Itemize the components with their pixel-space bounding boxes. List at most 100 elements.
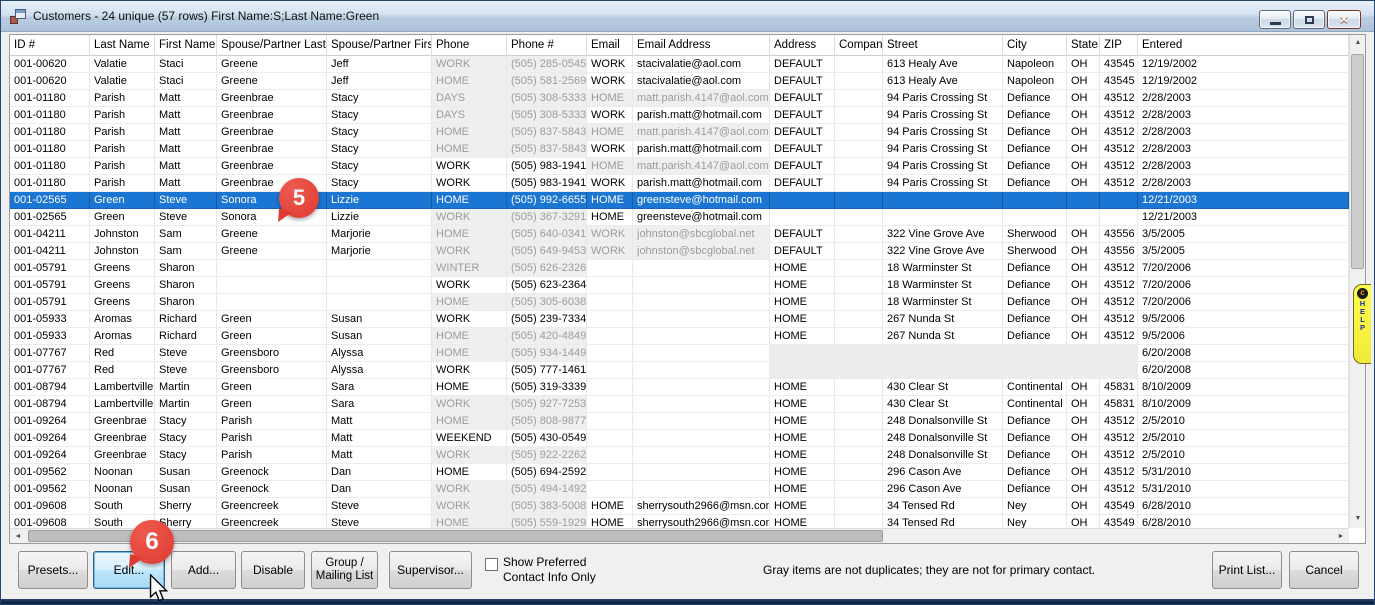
column-header[interactable]: Entered <box>1138 35 1349 56</box>
column-header[interactable]: State <box>1067 35 1100 56</box>
scroll-left-icon[interactable]: ◄ <box>10 529 26 544</box>
cell <box>770 192 835 209</box>
cell: 001-02565 <box>10 192 90 209</box>
table-row[interactable]: 001-05791GreensSharonWINTER(505) 626-232… <box>10 260 1349 277</box>
presets-button[interactable]: Presets... <box>18 551 88 589</box>
table-row[interactable]: 001-07767RedSteveGreensboroAlyssaHOME(50… <box>10 345 1349 362</box>
cell: 248 Donalsonville St <box>883 413 1003 430</box>
column-header[interactable]: ZIP <box>1100 35 1138 56</box>
column-header[interactable]: Email Address <box>633 35 770 56</box>
table-row[interactable]: 001-09264GreenbraeStacyParishMattHOME(50… <box>10 413 1349 430</box>
cell: Greenbrae <box>90 413 155 430</box>
column-header[interactable]: Street <box>883 35 1003 56</box>
maximize-button[interactable] <box>1293 10 1325 29</box>
cell: Defiance <box>1003 328 1067 345</box>
table-row[interactable]: 001-04211JohnstonSamGreeneMarjorieWORK(5… <box>10 243 1349 260</box>
cell <box>217 260 327 277</box>
title-bar[interactable]: Customers - 24 unique (57 rows) First Na… <box>1 1 1374 32</box>
checkbox-box-icon[interactable] <box>485 558 498 571</box>
cell: (505) 808-9877 <box>507 413 587 430</box>
column-header[interactable]: ID # <box>10 35 90 56</box>
cell <box>835 56 883 73</box>
table-row[interactable]: 001-01180ParishMattGreenbraeStacyWORK(50… <box>10 175 1349 192</box>
table-row[interactable]: 001-05791GreensSharonWORK(505) 623-2364H… <box>10 277 1349 294</box>
table-row[interactable]: 001-01180ParishMattGreenbraeStacyDAYS(50… <box>10 90 1349 107</box>
scroll-down-icon[interactable]: ▼ <box>1350 512 1366 528</box>
close-button[interactable]: ✕ <box>1327 10 1361 29</box>
cell: OH <box>1067 430 1100 447</box>
column-header[interactable]: Spouse/Partner First <box>327 35 432 56</box>
column-header[interactable]: Company <box>835 35 883 56</box>
column-header[interactable]: Last Name <box>90 35 155 56</box>
cell <box>633 345 770 362</box>
column-header[interactable]: Email <box>587 35 633 56</box>
table-row[interactable]: 001-01180ParishMattGreenbraeStacyWORK(50… <box>10 158 1349 175</box>
table-row[interactable]: 001-00620ValatieStaciGreeneJeffHOME(505)… <box>10 73 1349 90</box>
column-header[interactable]: City <box>1003 35 1067 56</box>
cell <box>633 396 770 413</box>
cancel-button[interactable]: Cancel <box>1289 551 1359 589</box>
vertical-scrollbar[interactable]: ▲ ▼ <box>1349 35 1365 528</box>
table-row[interactable]: 001-09608SouthSherryGreencreekSteveHOME(… <box>10 515 1349 528</box>
cell: 6/20/2008 <box>1138 345 1349 362</box>
cell: Greenbrae <box>217 90 327 107</box>
cell: (505) 992-6655 <box>507 192 587 209</box>
column-header[interactable]: Phone <box>432 35 507 56</box>
cell: Greenbrae <box>217 158 327 175</box>
scroll-up-icon[interactable]: ▲ <box>1350 35 1366 51</box>
table-row[interactable]: 001-05791GreensSharonHOME(505) 305-6038H… <box>10 294 1349 311</box>
table-row[interactable]: 001-09264GreenbraeStacyParishMattWORK(50… <box>10 447 1349 464</box>
disable-button[interactable]: Disable <box>241 551 305 589</box>
cell: HOME <box>587 124 633 141</box>
table-row[interactable]: 001-09562NoonanSusanGreenockDanHOME(505)… <box>10 464 1349 481</box>
cell: Defiance <box>1003 464 1067 481</box>
cell: 6/20/2008 <box>1138 362 1349 379</box>
cell: Green <box>90 209 155 226</box>
table-row[interactable]: 001-08794LambertvilleMartinGreenSaraHOME… <box>10 379 1349 396</box>
cell: 18 Warminster St <box>883 277 1003 294</box>
cell: Alyssa <box>327 345 432 362</box>
horizontal-scrollbar[interactable]: ◄ ► <box>10 528 1349 543</box>
help-tab[interactable]: HELP <box>1353 284 1371 364</box>
table-row[interactable]: 001-00620ValatieStaciGreeneJeffWORK(505)… <box>10 56 1349 73</box>
minimize-button[interactable] <box>1259 10 1291 29</box>
column-header[interactable]: Phone # <box>507 35 587 56</box>
show-preferred-checkbox[interactable]: Show Preferred Contact Info Only <box>485 555 618 585</box>
table-row[interactable]: 001-05933AromasRichardGreenSusanHOME(505… <box>10 328 1349 345</box>
cell: HOME <box>770 396 835 413</box>
table-row[interactable]: 001-05933AromasRichardGreenSusanWORK(505… <box>10 311 1349 328</box>
table-row[interactable]: 001-04211JohnstonSamGreeneMarjorieHOME(5… <box>10 226 1349 243</box>
cell: 001-01180 <box>10 107 90 124</box>
table-row[interactable]: 001-01180ParishMattGreenbraeStacyHOME(50… <box>10 141 1349 158</box>
cell: OH <box>1067 413 1100 430</box>
cell: Parish <box>90 124 155 141</box>
table-row[interactable]: 001-02565GreenSteveSonoraLizzieWORK(505)… <box>10 209 1349 226</box>
table-row[interactable]: 001-01180ParishMattGreenbraeStacyHOME(50… <box>10 124 1349 141</box>
cell: WORK <box>432 209 507 226</box>
table-row[interactable]: 001-02565GreenSteveSonoraLizzieHOME(505)… <box>10 192 1349 209</box>
table-row[interactable]: 001-09608SouthSherryGreencreekSteveWORK(… <box>10 498 1349 515</box>
cell <box>883 362 1003 379</box>
column-header[interactable]: Address <box>770 35 835 56</box>
table-row[interactable]: 001-09562NoonanSusanGreenockDanWORK(505)… <box>10 481 1349 498</box>
cell: 296 Cason Ave <box>883 464 1003 481</box>
cell <box>327 277 432 294</box>
table-row[interactable]: 001-09264GreenbraeStacyParishMattWEEKEND… <box>10 430 1349 447</box>
cell: (505) 559-1929 <box>507 515 587 528</box>
table-row[interactable]: 001-01180ParishMattGreenbraeStacyDAYS(50… <box>10 107 1349 124</box>
cell: HOME <box>770 379 835 396</box>
add-button[interactable]: Add... <box>171 551 236 589</box>
table-row[interactable]: 001-07767RedSteveGreensboroAlyssaWORK(50… <box>10 362 1349 379</box>
table-row[interactable]: 001-08794LambertvilleMartinGreenSaraWORK… <box>10 396 1349 413</box>
scroll-right-icon[interactable]: ► <box>1333 529 1349 544</box>
group-mailing-list-button[interactable]: Group / Mailing List <box>311 551 378 589</box>
column-header[interactable]: First Name <box>155 35 217 56</box>
cell: 248 Donalsonville St <box>883 447 1003 464</box>
supervisor-button[interactable]: Supervisor... <box>389 551 472 589</box>
print-list-button[interactable]: Print List... <box>1212 551 1282 589</box>
cell: HOME <box>432 515 507 528</box>
column-header[interactable]: Spouse/Partner Last <box>217 35 327 56</box>
cell: HOME <box>770 498 835 515</box>
cell: DEFAULT <box>770 158 835 175</box>
vertical-scroll-thumb[interactable] <box>1351 54 1364 269</box>
